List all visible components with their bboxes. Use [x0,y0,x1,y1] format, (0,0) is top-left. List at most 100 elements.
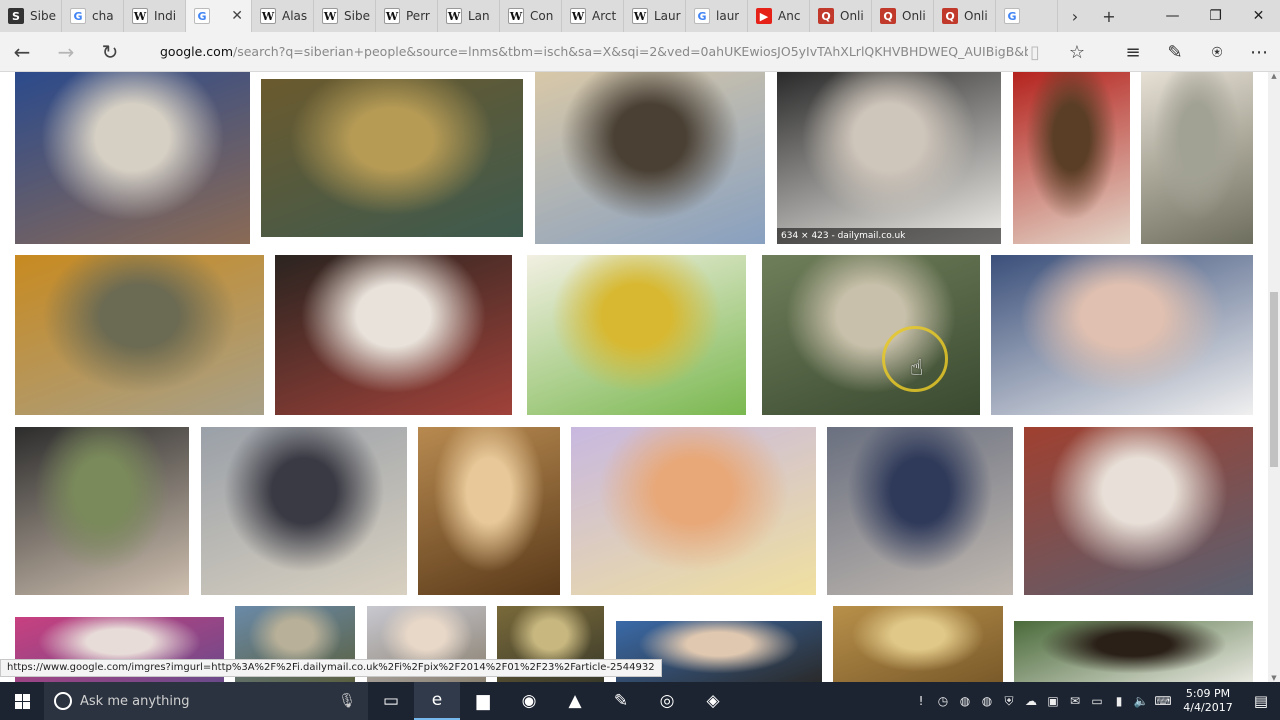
url-path: /search?q=siberian+people&source=lnms&tb… [233,44,1028,59]
taskbar: Ask me anything 🎙 ▭ e ▆ ◉ ▲ ✎ ◎ ◈ ! ◷ ◍ ◍ ⛨ ☁ ▣ ✉ ▭ ▮ 🔈 ⌨ … [0,682,1280,720]
tray-icon[interactable]: ◍ [954,682,976,720]
google-icon: G [194,8,210,24]
edge-icon[interactable]: e [414,682,460,720]
browser-tab[interactable]: Q Onli [810,0,872,32]
chrome-icon[interactable]: ◉ [506,682,552,720]
tray-icon[interactable]: ▭ [1086,682,1108,720]
close-window-button[interactable]: ✕ [1237,0,1280,32]
image-thumbnail-elder-portrait[interactable] [418,427,560,595]
photos-icon[interactable]: ▲ [552,682,598,720]
browser-tab[interactable]: W Lan [438,0,500,32]
browser-tab[interactable]: G ✕ [186,0,252,32]
clock[interactable]: 5:09 PM 4/4/2017 [1174,687,1242,715]
search-placeholder: Ask me anything [80,693,190,709]
wikipedia-icon: W [570,8,586,24]
tray-icon[interactable]: 🔈 [1130,682,1152,720]
browser-tab[interactable]: Q Onli [934,0,996,32]
address-bar[interactable]: google.com/search?q=siberian+people&sour… [160,32,1028,72]
browser-tab[interactable]: S Sibe [0,0,62,32]
browser-tab[interactable]: W Perr [376,0,438,32]
taskbar-apps: ▭ e ▆ ◉ ▲ ✎ ◎ ◈ [368,682,736,720]
image-thumbnail-group-portrait[interactable] [201,427,407,595]
image-thumbnail-map-of-indigenous-peoples[interactable] [527,255,746,415]
image-thumbnail-ethnic-map-of-siberia[interactable] [571,427,816,595]
scroll-tabs-right-button[interactable]: › [1058,0,1092,32]
file-explorer-icon[interactable]: ▆ [460,682,506,720]
ted-icon: Q [942,8,958,24]
cortana-search-box[interactable]: Ask me anything 🎙 [44,682,368,720]
app-icon[interactable]: ◈ [690,682,736,720]
restore-icon: ❐ [1209,8,1222,24]
chevron-right-icon: › [1071,6,1079,26]
screen: S Sibe Gcha W Indi G ✕ W Alas W Sibe W Perr W Lan W Con W… [0,0,1280,720]
browser-tab[interactable]: W Alas [252,0,314,32]
image-thumbnail-textile-pattern[interactable] [833,606,1003,682]
image-thumbnail-woman-in-headscarf[interactable]: 634 × 423 - dailymail.co.uk [777,72,1001,244]
browser-tab[interactable]: ▶ Anc [748,0,810,32]
more-button[interactable]: ⋯ [1238,32,1280,72]
paint-icon[interactable]: ✎ [598,682,644,720]
image-thumbnail-people-walking-in-park[interactable] [762,255,980,415]
page-scrollbar[interactable]: ▲ ▼ [1268,72,1280,682]
hub-button[interactable]: ≡ [1112,32,1154,72]
tray-icon[interactable]: ! [910,682,932,720]
plus-icon: + [1102,6,1116,26]
forward-button[interactable]: → [44,32,88,72]
notification-icon: ▤ [1253,692,1269,710]
image-thumbnail-people-on-beach[interactable] [15,255,264,415]
wikipedia-icon: W [132,8,148,24]
clock-date: 4/4/2017 [1183,701,1233,714]
reading-view-button[interactable]: ▯ [1014,32,1056,72]
start-button[interactable] [0,682,44,720]
browser-tab[interactable]: G [996,0,1058,32]
tray-icon[interactable]: ◷ [932,682,954,720]
action-center-button[interactable]: ▤ [1242,682,1280,720]
minimize-button[interactable]: — [1151,0,1194,32]
browser-tab[interactable]: W Arct [562,0,624,32]
browser-tab[interactable]: Gcha [62,0,124,32]
share-button[interactable]: ⍟ [1196,32,1238,72]
browser-tab[interactable]: W Sibe [314,0,376,32]
tray-icon[interactable]: ▣ [1042,682,1064,720]
tray-icon[interactable]: ☁ [1020,682,1042,720]
web-note-button[interactable]: ✎ [1154,32,1196,72]
image-thumbnail-man-in-leather-jacket[interactable] [15,427,189,595]
status-url-tooltip: https://www.google.com/imgres?imgurl=htt… [0,659,662,677]
tray-icon[interactable]: ◍ [976,682,998,720]
browser-tab[interactable]: W Con [500,0,562,32]
close-icon: ✕ [1252,8,1265,24]
refresh-button[interactable]: ↻ [88,32,132,72]
new-tab-button[interactable]: + [1092,0,1126,32]
image-thumbnail-girl-in-fur-hat[interactable] [1013,72,1130,244]
microphone-icon[interactable]: 🎙 [338,693,356,709]
image-thumbnail-children-in-fur-coats[interactable] [827,427,1013,595]
google-icon: G [694,8,710,24]
tab-label: Sibe [344,9,370,23]
image-thumbnail-boy-in-fur-hood[interactable] [15,72,250,244]
image-thumbnail-women-in-red-dresses[interactable] [1024,427,1253,595]
browser-tab[interactable]: W Laur [624,0,686,32]
tray-icon[interactable]: ⛨ [998,682,1020,720]
image-thumbnail-women-in-traditional-dress[interactable] [261,79,523,237]
google-icon: G [1004,8,1020,24]
tray-icon[interactable]: ▮ [1108,682,1130,720]
image-thumbnail-people-in-headbands[interactable] [1014,621,1253,682]
tray-icon[interactable]: ⌨ [1152,682,1174,720]
restore-button[interactable]: ❐ [1194,0,1237,32]
browser-tab[interactable]: W Indi [124,0,186,32]
system-tray: ! ◷ ◍ ◍ ⛨ ☁ ▣ ✉ ▭ ▮ 🔈 ⌨ 5:09 PM 4/4/2017 ▤ [910,682,1280,720]
scrollbar-thumb[interactable] [1270,292,1278,467]
back-button[interactable]: ← [0,32,44,72]
favorite-button[interactable]: ☆ [1056,32,1098,72]
image-thumbnail-hunters-with-eagle[interactable] [535,72,765,244]
media-icon[interactable]: ◎ [644,682,690,720]
image-thumbnail-illustration-of-two-people[interactable] [1141,72,1253,244]
browser-tab[interactable]: Glaur [686,0,748,32]
browser-tab[interactable]: Q Onli [872,0,934,32]
tab-label: Sibe [30,9,56,23]
tray-icon[interactable]: ✉ [1064,682,1086,720]
image-thumbnail-people-at-table[interactable] [991,255,1253,415]
image-thumbnail-group-in-fur-costumes[interactable] [275,255,512,415]
close-tab-icon[interactable]: ✕ [231,8,243,24]
task-view-icon[interactable]: ▭ [368,682,414,720]
